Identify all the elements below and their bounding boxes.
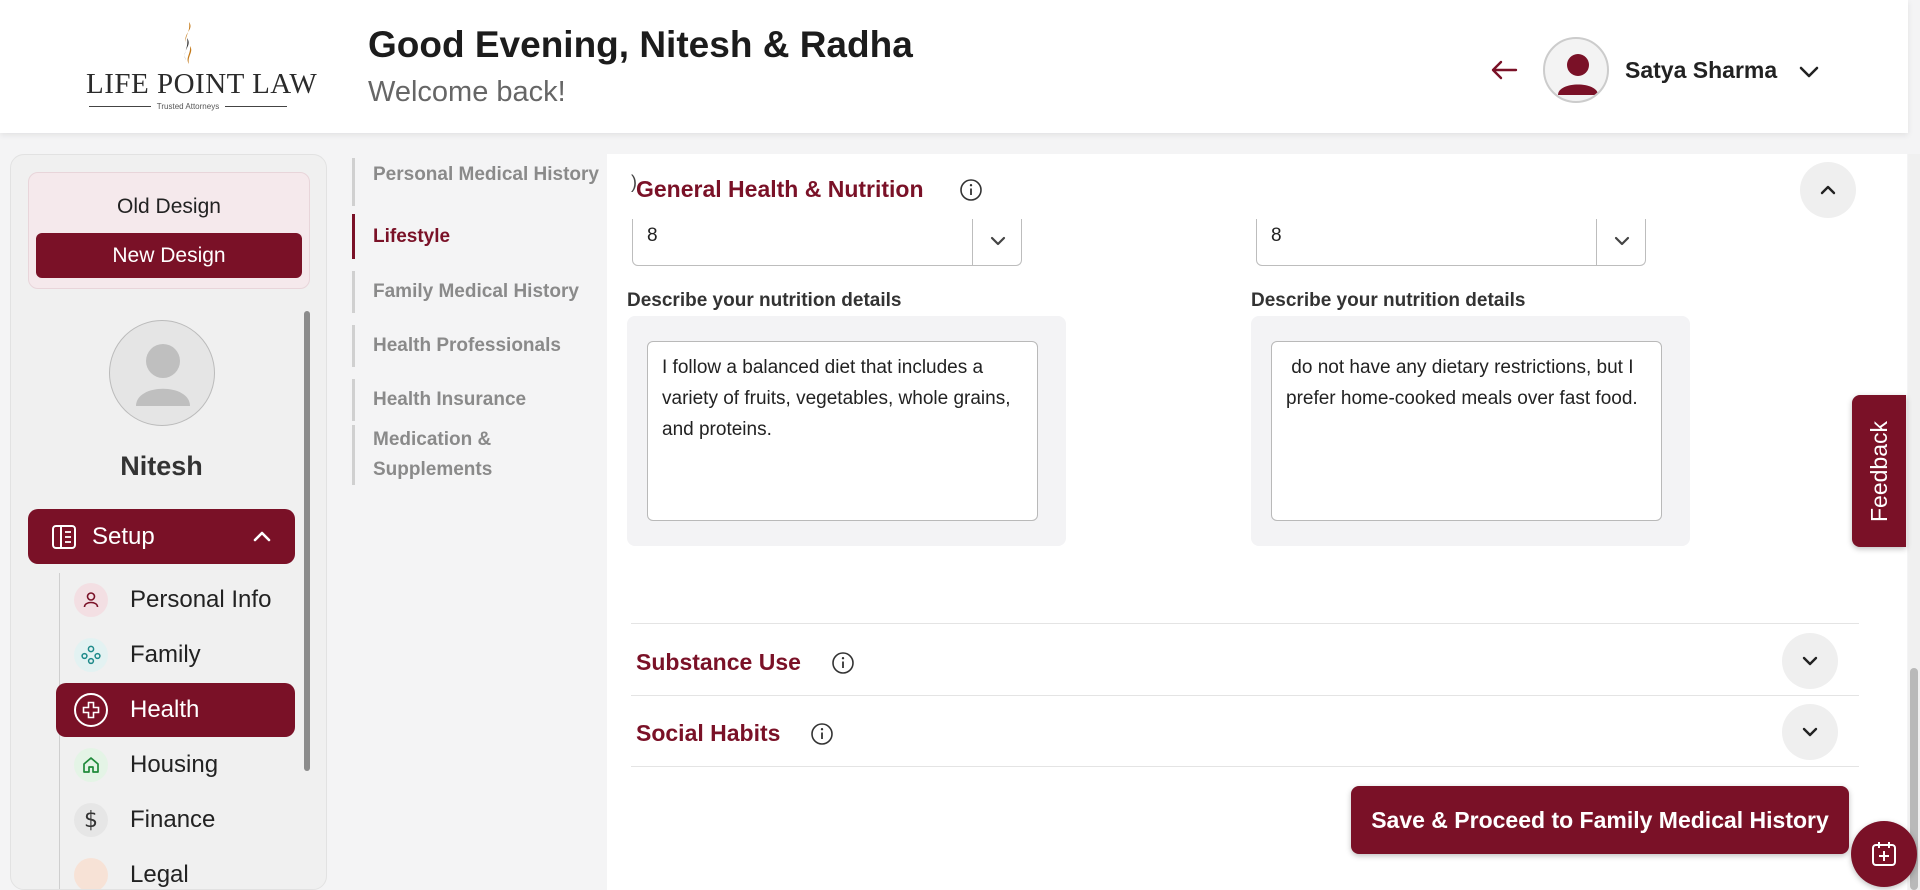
- old-design-button[interactable]: Old Design: [29, 195, 309, 219]
- floating-calendar-button[interactable]: [1851, 821, 1917, 887]
- logo-tagline: Trusted Attorneys: [156, 102, 220, 111]
- info-icon[interactable]: [831, 651, 855, 675]
- info-icon[interactable]: [959, 178, 983, 202]
- profile-placeholder-icon: [136, 344, 190, 406]
- right-select-value: 8: [1271, 225, 1282, 246]
- user-avatar[interactable]: [1543, 37, 1609, 103]
- subnav-personal-medical-history[interactable]: Personal Medical History: [352, 158, 607, 206]
- right-nutrition-card: do not have any dietary restrictions, bu…: [1251, 316, 1690, 546]
- right-nutrition-textarea[interactable]: do not have any dietary restrictions, bu…: [1271, 341, 1662, 521]
- flame-logo-icon: [184, 22, 192, 64]
- profile-name: Nitesh: [120, 451, 203, 481]
- left-nutrition-card: I follow a balanced diet that includes a…: [627, 316, 1066, 546]
- chevron-up-icon: [253, 531, 271, 542]
- calendar-plus-icon: [1872, 842, 1896, 866]
- health-subnav: Personal Medical History Lifestyle Famil…: [340, 154, 607, 890]
- save-and-proceed-button[interactable]: Save & Proceed to Family Medical History: [1351, 786, 1849, 854]
- sidebar-item-family[interactable]: Family: [56, 628, 295, 682]
- chevron-down-icon: [1802, 656, 1818, 666]
- sidebar-item-label: Finance: [130, 806, 216, 833]
- home-icon: [74, 748, 108, 782]
- chevron-down-icon: [1802, 727, 1818, 737]
- chevron-down-icon: [1614, 236, 1630, 246]
- subnav-health-insurance[interactable]: Health Insurance: [352, 379, 607, 421]
- left-sidebar: Old Design New Design Nitesh Setup Perso…: [10, 154, 327, 890]
- section-title-substance-use[interactable]: Substance Use: [636, 649, 801, 676]
- collapse-general-health-button[interactable]: [1800, 162, 1856, 218]
- greeting-title: Good Evening, Nitesh & Radha: [368, 24, 913, 65]
- sidebar-item-label: Personal Info: [130, 586, 272, 613]
- section-title-social-habits[interactable]: Social Habits: [636, 720, 780, 747]
- subnav-medication-supplements[interactable]: Medication & Supplements: [352, 425, 532, 485]
- subnav-lifestyle[interactable]: Lifestyle: [352, 214, 607, 259]
- sidebar-item-legal[interactable]: Legal: [56, 848, 295, 889]
- sidebar-item-finance[interactable]: $ Finance: [56, 793, 295, 847]
- new-design-button[interactable]: New Design: [36, 233, 302, 278]
- left-select[interactable]: 8: [632, 219, 1022, 266]
- user-name[interactable]: Satya Sharma: [1625, 57, 1777, 84]
- subnav-family-medical-history[interactable]: Family Medical History: [352, 271, 607, 313]
- feedback-tab[interactable]: Feedback: [1852, 395, 1906, 547]
- family-icon: [74, 638, 108, 672]
- info-icon[interactable]: [810, 722, 834, 746]
- dollar-icon: $: [74, 803, 108, 837]
- sidebar-item-label: Housing: [130, 751, 219, 778]
- setup-section-toggle[interactable]: Setup: [28, 509, 295, 564]
- person-icon: [74, 583, 108, 617]
- sidebar-scrollbar[interactable]: [304, 311, 310, 771]
- greeting-subtitle: Welcome back!: [368, 76, 566, 108]
- feedback-label: Feedback: [1865, 420, 1892, 522]
- sidebar-item-label: Family: [130, 641, 201, 668]
- left-select-value: 8: [647, 225, 658, 246]
- sidebar-item-health[interactable]: Health: [56, 683, 295, 737]
- legal-icon: [74, 858, 108, 889]
- setup-label: Setup: [92, 523, 155, 550]
- setup-book-icon: [52, 525, 76, 549]
- sidebar-item-label: Health: [130, 696, 200, 723]
- chevron-up-icon: [1820, 185, 1836, 195]
- sidebar-item-housing[interactable]: Housing: [56, 738, 295, 792]
- user-avatar-icon: [1558, 54, 1598, 95]
- chevron-down-icon: [990, 236, 1006, 246]
- logo-name: LIFE POINT LAW: [86, 68, 318, 100]
- left-nutrition-label: Describe your nutrition details: [627, 290, 902, 311]
- sidebar-item-personal-info[interactable]: Personal Info: [56, 573, 295, 627]
- right-nutrition-label: Describe your nutrition details: [1251, 290, 1526, 311]
- design-switcher: Old Design New Design: [28, 172, 310, 289]
- life-point-law-logo[interactable]: LIFE POINT LAW Trusted Attorneys: [86, 20, 318, 111]
- back-arrow-icon[interactable]: [1488, 54, 1520, 86]
- left-nutrition-textarea[interactable]: I follow a balanced diet that includes a…: [647, 341, 1038, 521]
- top-header: LIFE POINT LAW Trusted Attorneys Good Ev…: [0, 0, 1908, 133]
- section-title-general-health[interactable]: General Health & Nutrition: [636, 176, 924, 203]
- expand-social-habits-button[interactable]: [1782, 704, 1838, 760]
- health-plus-icon: [74, 693, 108, 727]
- subnav-health-professionals[interactable]: Health Professionals: [352, 325, 607, 367]
- expand-substance-use-button[interactable]: [1782, 633, 1838, 689]
- sidebar-item-label: Legal: [130, 861, 189, 888]
- right-select[interactable]: 8: [1256, 219, 1646, 266]
- chevron-down-icon[interactable]: [1795, 58, 1823, 86]
- profile-avatar[interactable]: [109, 320, 215, 426]
